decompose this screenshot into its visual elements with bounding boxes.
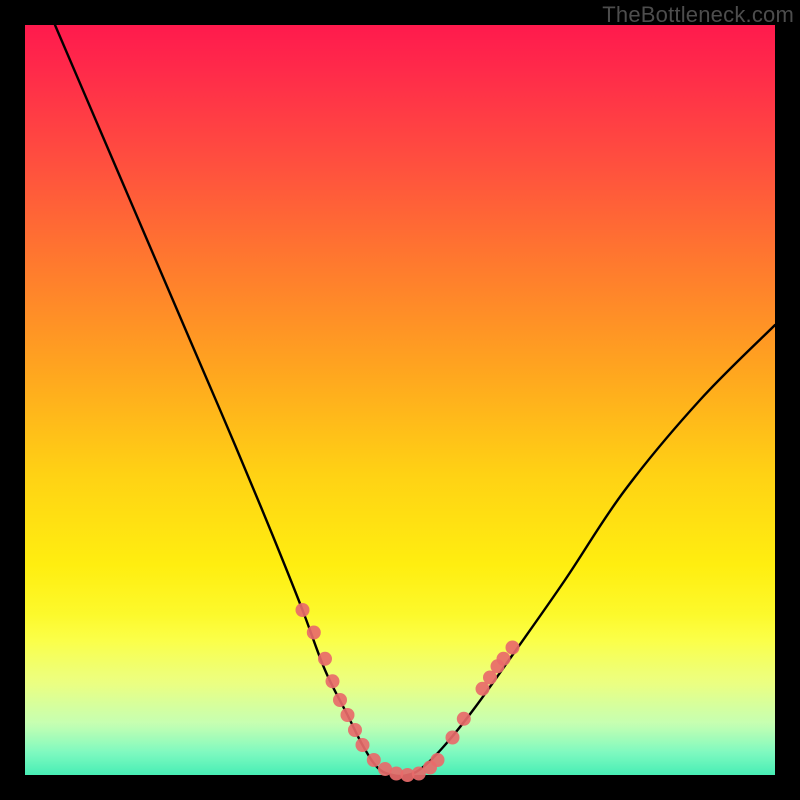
chart-svg <box>25 25 775 775</box>
highlight-point <box>497 652 511 666</box>
highlight-point <box>296 603 310 617</box>
highlight-point <box>333 693 347 707</box>
highlight-point <box>326 674 340 688</box>
highlight-points <box>296 603 520 782</box>
highlight-point <box>446 731 460 745</box>
highlight-point <box>341 708 355 722</box>
bottleneck-curve <box>55 25 775 776</box>
chart-frame <box>25 25 775 775</box>
highlight-point <box>318 652 332 666</box>
highlight-point <box>367 753 381 767</box>
highlight-point <box>431 753 445 767</box>
highlight-point <box>457 712 471 726</box>
highlight-point <box>356 738 370 752</box>
highlight-point <box>348 723 362 737</box>
highlight-point <box>506 641 520 655</box>
highlight-point <box>307 626 321 640</box>
watermark-text: TheBottleneck.com <box>602 2 794 28</box>
